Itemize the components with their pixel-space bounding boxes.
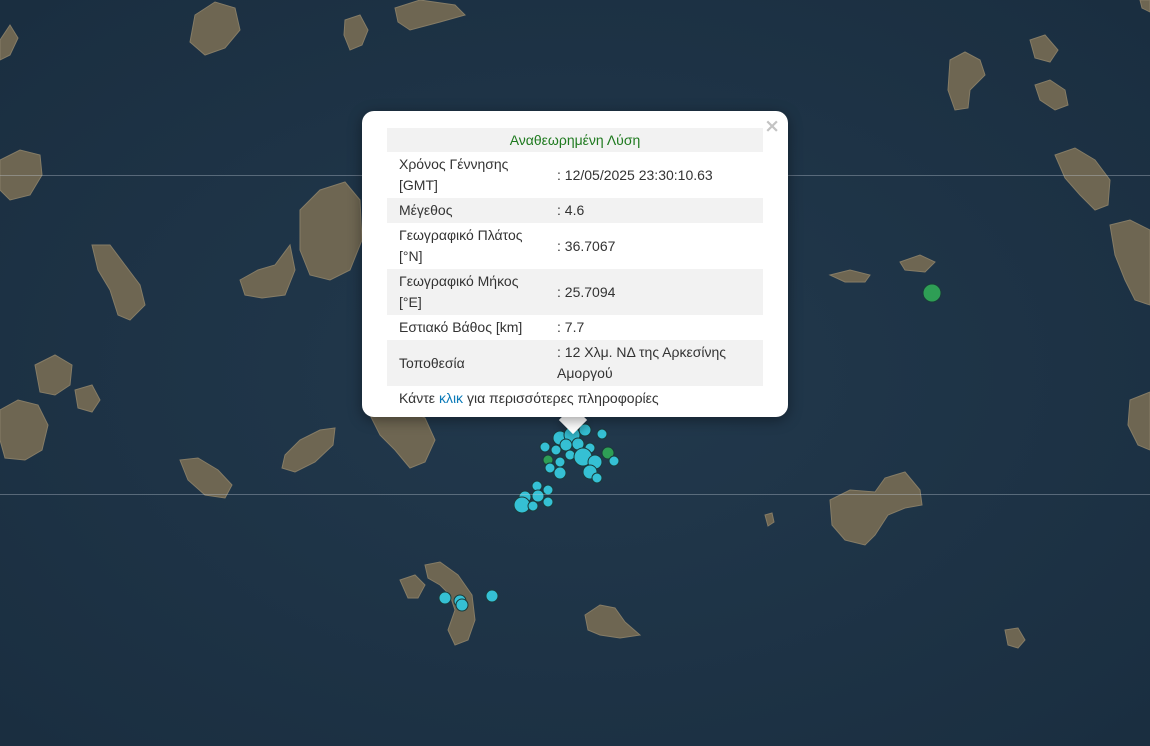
detail-label: Τοποθεσία <box>399 354 465 371</box>
earthquake-marker[interactable] <box>591 472 603 484</box>
earthquake-marker[interactable] <box>542 496 554 508</box>
earthquake-marker[interactable] <box>922 283 942 303</box>
earthquake-details-table: Αναθεωρημένη Λύση Χρόνος Γέννησης [GMT] … <box>387 128 763 386</box>
detail-label: Γεωγραφικό Μήκος [°E] <box>399 273 519 310</box>
popup-header: Αναθεωρημένη Λύση <box>387 128 763 152</box>
detail-value: : 36.7067 <box>557 237 616 254</box>
detail-row-magnitude: Μέγεθος : 4.6 <box>387 198 763 223</box>
earthquake-marker[interactable] <box>539 441 551 453</box>
earthquake-marker[interactable] <box>559 438 573 452</box>
detail-label: Γεωγραφικό Πλάτος [°N] <box>399 227 523 264</box>
popup-content: Αναθεωρημένη Λύση Χρόνος Γέννησης [GMT] … <box>387 128 763 411</box>
popup-footer: Κάντε κλικ για περισσότερες πληροφορίες <box>387 386 763 411</box>
detail-label: Εστιακό Βάθος [km] <box>399 319 523 335</box>
detail-row-location: Τοποθεσία : 12 Χλμ. ΝΔ της Αρκεσίνης Αμο… <box>387 340 763 386</box>
earthquake-popup: × Αναθεωρημένη Λύση Χρόνος Γέννησης [GMT… <box>362 111 788 417</box>
detail-value: : 12/05/2025 23:30:10.63 <box>557 166 713 183</box>
detail-value: : 25.7094 <box>557 283 616 300</box>
earthquake-marker[interactable] <box>531 480 543 492</box>
detail-value: : 12 Χλμ. ΝΔ της Αρκεσίνης Αμοργού <box>557 344 727 381</box>
earthquake-marker[interactable] <box>608 455 620 467</box>
earthquake-marker[interactable] <box>455 598 469 612</box>
graticule-line <box>0 494 1150 495</box>
footer-suffix: για περισσότερες πληροφορίες <box>466 390 659 406</box>
detail-row-origin-time: Χρόνος Γέννησης [GMT] : 12/05/2025 23:30… <box>387 152 763 198</box>
detail-row-latitude: Γεωγραφικό Πλάτος [°N] : 36.7067 <box>387 223 763 269</box>
detail-label: Χρόνος Γέννησης [GMT] <box>399 156 509 193</box>
detail-row-depth: Εστιακό Βάθος [km] : 7.7 <box>387 315 763 340</box>
popup-header-row: Αναθεωρημένη Λύση <box>387 128 763 152</box>
more-info-link[interactable]: κλικ <box>439 390 463 406</box>
earthquake-marker[interactable] <box>531 489 545 503</box>
earthquake-marker[interactable] <box>438 591 452 605</box>
footer-prefix: Κάντε <box>399 390 436 406</box>
detail-label: Μέγεθος <box>399 202 453 218</box>
detail-row-longitude: Γεωγραφικό Μήκος [°E] : 25.7094 <box>387 269 763 315</box>
detail-value: : 4.6 <box>557 202 585 218</box>
earthquake-marker[interactable] <box>596 428 608 440</box>
earthquake-marker[interactable] <box>553 466 567 480</box>
earthquake-marker[interactable] <box>544 462 556 474</box>
earthquake-marker[interactable] <box>554 456 566 468</box>
earthquake-marker[interactable] <box>550 444 562 456</box>
earthquake-marker[interactable] <box>485 589 499 603</box>
earthquake-marker[interactable] <box>527 500 539 512</box>
popup-close-button[interactable]: × <box>764 115 780 137</box>
earthquake-marker[interactable] <box>564 449 576 461</box>
detail-value: : 7.7 <box>557 319 585 335</box>
